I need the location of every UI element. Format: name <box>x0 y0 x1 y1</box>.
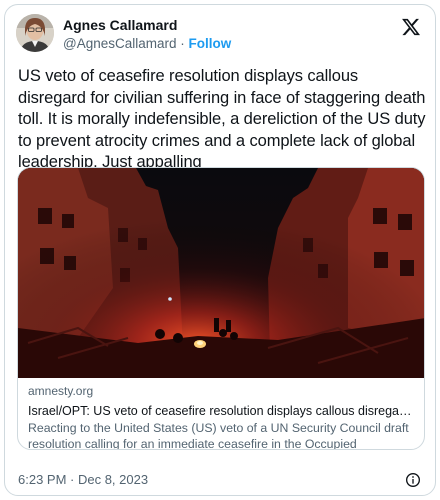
link-description-line-1: Reacting to the United States (US) veto … <box>28 421 409 435</box>
author-block: Agnes Callamard @AgnesCallamard · Follow <box>63 17 231 53</box>
follow-button[interactable]: Follow <box>189 36 232 51</box>
link-description: Reacting to the United States (US) veto … <box>28 420 414 450</box>
link-description-line-2: resolution calling for an immediate ceas… <box>28 437 357 450</box>
tweet-footer: 6:23 PM · Dec 8, 2023 <box>18 471 421 491</box>
link-domain: amnesty.org <box>28 384 94 398</box>
author-name[interactable]: Agnes Callamard <box>63 17 231 34</box>
timestamp[interactable]: 6:23 PM · Dec 8, 2023 <box>18 472 148 487</box>
tweet-text: US veto of ceasefire resolution displays… <box>18 67 426 171</box>
x-logo-icon[interactable] <box>401 17 421 37</box>
tweet-card: Agnes Callamard @AgnesCallamard · Follow… <box>4 4 436 496</box>
tweet-header: Agnes Callamard @AgnesCallamard · Follow <box>16 14 423 58</box>
link-title: Israel/OPT: US veto of ceasefire resolut… <box>28 404 414 418</box>
link-meta: amnesty.org Israel/OPT: US veto of cease… <box>28 383 414 450</box>
article-image <box>18 168 424 378</box>
handle-row: @AgnesCallamard · Follow <box>63 35 231 53</box>
link-preview-card[interactable]: amnesty.org Israel/OPT: US veto of cease… <box>17 167 425 450</box>
info-icon[interactable] <box>405 472 421 488</box>
author-handle[interactable]: @AgnesCallamard <box>63 36 177 51</box>
avatar[interactable] <box>16 14 54 52</box>
separator-dot: · <box>180 36 185 51</box>
